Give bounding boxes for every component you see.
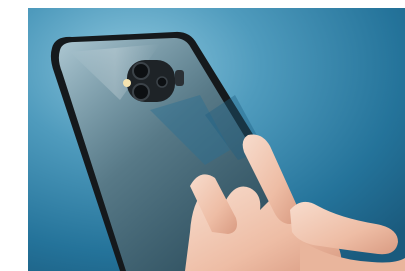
camera-lens-bottom	[132, 83, 150, 101]
camera-lens-top	[132, 62, 150, 80]
camera-lens-small	[156, 76, 168, 88]
photo-canvas	[0, 0, 405, 271]
camera-flash	[123, 79, 131, 87]
product-photo	[0, 0, 405, 271]
sensor-strip	[175, 70, 184, 86]
